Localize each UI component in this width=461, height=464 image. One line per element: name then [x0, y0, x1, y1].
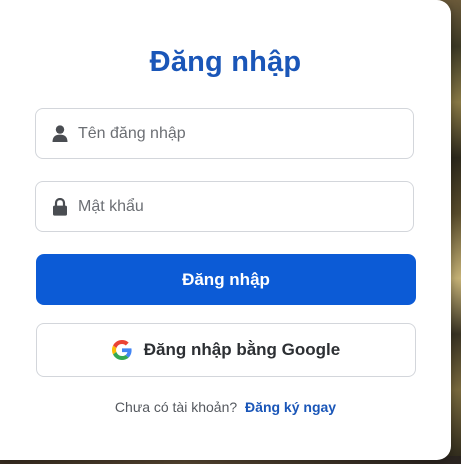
lock-icon — [52, 197, 68, 216]
username-input[interactable] — [78, 109, 413, 158]
signup-row: Chưa có tài khoản? Đăng ký ngay — [0, 399, 451, 415]
signup-prompt: Chưa có tài khoản? — [114, 399, 238, 415]
signup-link[interactable]: Đăng ký ngay — [245, 399, 336, 415]
login-title: Đăng nhập — [149, 46, 302, 78]
user-icon — [52, 125, 68, 143]
password-field[interactable] — [35, 181, 414, 232]
password-input[interactable] — [78, 182, 413, 231]
google-login-label: Đăng nhập bằng Google — [143, 340, 341, 359]
login-card: Đăng nhập Đăng nhập Đ — [0, 0, 451, 460]
username-field[interactable] — [35, 108, 414, 159]
google-g-icon — [111, 340, 132, 360]
google-login-button[interactable]: Đăng nhập bằng Google — [36, 323, 416, 377]
login-button[interactable]: Đăng nhập — [36, 254, 416, 305]
